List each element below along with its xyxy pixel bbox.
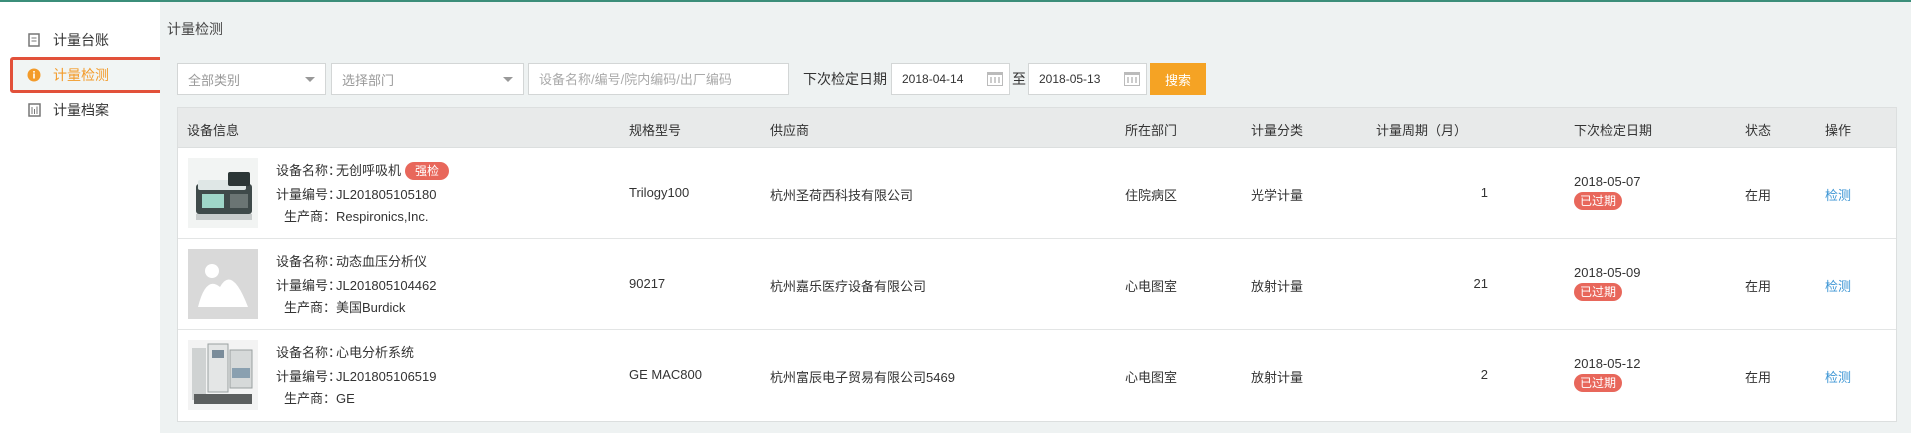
supplier-cell: 杭州圣荷西科技有限公司 (770, 188, 914, 203)
ledger-icon (27, 33, 41, 47)
cycle-cell: 1 (1480, 185, 1488, 200)
next-date-cell: 2018-05-07 (1574, 174, 1641, 189)
cycle-cell: 21 (1473, 276, 1488, 291)
header-cycle: 计量周期（月） (1376, 123, 1468, 138)
filter-bar: 全部类别 选择部门 下次检定日期 2018-04-14 至 2018-05-13… (177, 62, 1206, 96)
info-circle-icon (27, 68, 41, 82)
department-cell: 住院病区 (1125, 188, 1178, 203)
search-input[interactable] (528, 63, 789, 95)
inspect-link[interactable]: 检测 (1825, 185, 1851, 204)
table-header: 设备信息 规格型号 供应商 所在部门 计量分类 计量周期（月） 下次检定日期 状… (178, 108, 1896, 148)
equipment-table: 设备信息 规格型号 供应商 所在部门 计量分类 计量周期（月） 下次检定日期 状… (177, 107, 1897, 422)
date-from-input[interactable]: 2018-04-14 (891, 63, 1010, 95)
equipment-name-line: 设备名称：动态血压分析仪 (276, 254, 428, 269)
equipment-maker-line: 生产商：GE (283, 391, 355, 406)
department-cell: 心电图室 (1125, 279, 1178, 294)
status-cell: 在用 (1745, 188, 1772, 203)
header-action: 操作 (1825, 123, 1852, 138)
model-cell: Trilogy100 (629, 185, 690, 200)
chevron-down-icon (305, 77, 315, 82)
equipment-maker-line: 生产商：Respironics,Inc. (283, 209, 429, 224)
sidebar-item-archive[interactable]: 计量档案 (10, 92, 167, 128)
table-row: 设备名称：无创呼吸机 强检 计量编号：JL201805105180 生产商：Res… (178, 148, 1896, 239)
sidebar-item-label: 计量档案 (53, 102, 109, 118)
category-select[interactable]: 全部类别 (177, 63, 326, 95)
equipment-name-line: 设备名称：心电分析系统 (276, 345, 415, 360)
category-cell: 放射计量 (1251, 370, 1304, 385)
category-cell: 放射计量 (1251, 279, 1304, 294)
header-model: 规格型号 (629, 123, 682, 138)
date-to-input[interactable]: 2018-05-13 (1028, 63, 1147, 95)
header-category: 计量分类 (1251, 123, 1304, 138)
ventilator-image (188, 158, 258, 228)
header-next-date: 下次检定日期 (1574, 123, 1653, 138)
model-cell: GE MAC800 (629, 367, 702, 382)
equipment-code-line: 计量编号：JL201805106519 (276, 369, 437, 384)
archive-icon (27, 103, 41, 117)
header-supplier: 供应商 (770, 123, 810, 138)
next-date-cell: 2018-05-09 (1574, 265, 1641, 280)
calendar-icon (1124, 72, 1140, 86)
equipment-code-line: 计量编号：JL201805104462 (276, 278, 437, 293)
supplier-cell: 杭州嘉乐医疗设备有限公司 (770, 279, 927, 294)
equipment-name-line: 设备名称：无创呼吸机 强检 (276, 160, 450, 180)
header-status: 状态 (1745, 123, 1772, 138)
supplier-cell: 杭州富辰电子贸易有限公司5469 (770, 370, 955, 385)
header-department: 所在部门 (1125, 123, 1178, 138)
sidebar-item-label: 计量台账 (53, 32, 109, 48)
department-select[interactable]: 选择部门 (331, 63, 524, 95)
sidebar-item-ledger[interactable]: 计量台账 (10, 22, 167, 58)
chevron-down-icon (503, 77, 513, 82)
equipment-code-line: 计量编号：JL201805105180 (276, 187, 437, 202)
cycle-cell: 2 (1480, 367, 1488, 382)
table-row: 设备名称：心电分析系统 计量编号：JL201805106519 生产商：GE G… (178, 330, 1896, 421)
calendar-icon (987, 72, 1003, 86)
equipment-maker-line: 生产商：美国Burdick (283, 300, 406, 315)
status-cell: 在用 (1745, 370, 1772, 385)
main-content: 计量检测 全部类别 选择部门 下次检定日期 2018-04-14 至 2018-… (160, 2, 1911, 433)
expired-badge: 已过期 (1574, 283, 1623, 301)
placeholder-image (188, 249, 258, 319)
breadcrumb: 计量检测 (167, 21, 223, 37)
search-button[interactable]: 搜索 (1150, 63, 1206, 95)
to-label: 至 (1012, 71, 1026, 87)
category-cell: 光学计量 (1251, 188, 1304, 203)
next-date-cell: 2018-05-12 (1574, 356, 1641, 371)
table-row: 设备名称：动态血压分析仪 计量编号：JL201805104462 生产商：美国B… (178, 239, 1896, 330)
ecg-system-image (188, 340, 258, 410)
sidebar: 计量台账 计量检测 计量档案 (0, 2, 167, 433)
header-equipment-info: 设备信息 (187, 123, 240, 138)
expired-badge: 已过期 (1574, 192, 1623, 210)
date-label: 下次检定日期 (803, 71, 887, 87)
status-cell: 在用 (1745, 279, 1772, 294)
inspect-link[interactable]: 检测 (1825, 276, 1851, 295)
expired-badge: 已过期 (1574, 374, 1623, 392)
sidebar-item-label: 计量检测 (53, 67, 109, 83)
sidebar-item-inspection[interactable]: 计量检测 (10, 57, 167, 93)
department-cell: 心电图室 (1125, 370, 1178, 385)
mandatory-tag: 强检 (405, 162, 450, 180)
inspect-link[interactable]: 检测 (1825, 367, 1851, 386)
model-cell: 90217 (629, 276, 666, 291)
